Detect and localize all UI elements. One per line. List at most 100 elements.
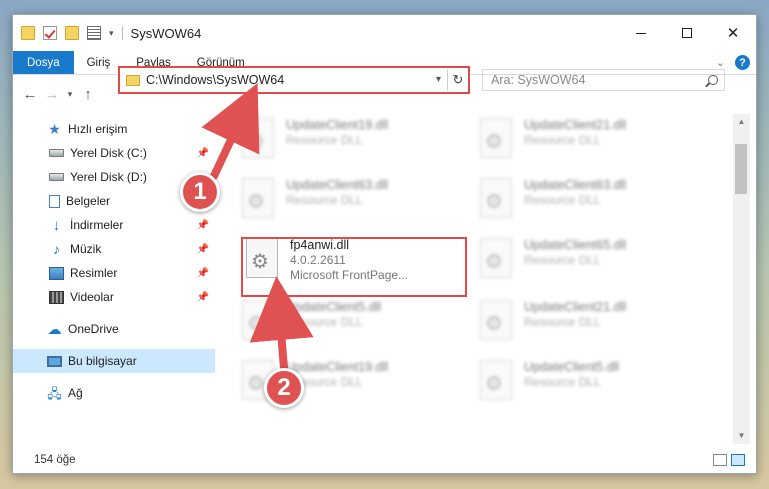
file-description: Resource DLL bbox=[524, 253, 601, 267]
sidebar-item-this-pc[interactable]: Bu bilgisayar bbox=[13, 349, 215, 373]
close-button[interactable]: ✕ bbox=[710, 15, 756, 51]
callout-badge-2: 2 bbox=[264, 368, 304, 408]
title-bar: ▾ SysWOW64 ✕ bbox=[13, 15, 756, 51]
file-description: Resource DLL bbox=[524, 375, 601, 389]
refresh-icon[interactable]: ↻ bbox=[448, 72, 468, 88]
document-icon bbox=[49, 194, 60, 208]
scroll-thumb[interactable] bbox=[735, 144, 747, 194]
dll-file-icon bbox=[480, 238, 512, 278]
file-description: Resource DLL bbox=[286, 315, 363, 329]
sidebar-item-label: İndirmeler bbox=[70, 218, 124, 232]
search-box[interactable]: Ara: SysWOW64 bbox=[482, 69, 725, 91]
dll-file-icon bbox=[480, 300, 512, 340]
drive-icon bbox=[49, 149, 64, 157]
sidebar-item-onedrive[interactable]: ☁ OneDrive bbox=[13, 317, 215, 341]
file-description: Resource DLL bbox=[524, 315, 601, 329]
pin-icon[interactable]: 📌 bbox=[197, 220, 209, 231]
file-name: UpdateClient63.dll bbox=[286, 178, 389, 192]
file-description: Resource DLL bbox=[524, 133, 601, 147]
sidebar-item-label: Belgeler bbox=[66, 194, 111, 208]
customize-icon[interactable] bbox=[87, 26, 101, 40]
vertical-scrollbar[interactable]: ▲ ▼ bbox=[733, 114, 750, 444]
sidebar-item-label: Yerel Disk (D:) bbox=[70, 170, 147, 184]
sidebar-item-pictures[interactable]: Resimler 📌 bbox=[13, 261, 215, 285]
network-icon: 🖧 bbox=[47, 385, 62, 401]
sidebar-item-label: Müzik bbox=[70, 242, 102, 256]
dll-file-icon bbox=[480, 360, 512, 400]
pin-icon[interactable]: 📌 bbox=[197, 244, 209, 255]
pin-icon[interactable]: 📌 bbox=[197, 268, 209, 279]
file-name: UpdateClient19.dll bbox=[286, 360, 389, 374]
help-icon[interactable]: ? bbox=[735, 55, 750, 70]
address-path[interactable]: C:\Windows\SysWOW64 bbox=[146, 73, 284, 87]
scroll-down-icon[interactable]: ▼ bbox=[733, 428, 750, 444]
new-folder-icon[interactable] bbox=[65, 26, 79, 40]
title-separator bbox=[121, 26, 123, 40]
search-icon[interactable] bbox=[708, 75, 718, 85]
dll-file-icon bbox=[242, 118, 274, 158]
video-icon bbox=[49, 290, 64, 304]
forward-button[interactable]: → bbox=[41, 86, 63, 103]
callout-badge-1: 1 bbox=[180, 172, 220, 212]
file-tile[interactable]: UpdateClient63.dllResource DLL bbox=[242, 178, 472, 234]
details-view-icon[interactable] bbox=[713, 454, 727, 466]
file-description: Resource DLL bbox=[286, 193, 363, 207]
minimize-button[interactable] bbox=[618, 15, 664, 51]
address-bar[interactable]: C:\Windows\SysWOW64 ▾ ↻ bbox=[118, 66, 470, 94]
quick-access-dropdown-icon[interactable]: ▾ bbox=[109, 28, 114, 39]
file-name: UpdateClient63.dll bbox=[524, 178, 627, 192]
cloud-icon: ☁ bbox=[47, 320, 62, 337]
file-name: UpdateClient21.dll bbox=[524, 300, 627, 314]
pin-icon[interactable]: 📌 bbox=[197, 148, 209, 159]
file-tile[interactable]: UpdateClient5.dllResource DLL bbox=[242, 300, 472, 356]
up-button[interactable]: ↑ bbox=[77, 86, 99, 103]
dll-file-icon bbox=[480, 178, 512, 218]
file-tile[interactable]: UpdateClient19.dllResource DLL bbox=[242, 118, 472, 174]
maximize-button[interactable] bbox=[664, 15, 710, 51]
back-button[interactable]: ← bbox=[19, 86, 41, 103]
file-description: Resource DLL bbox=[524, 193, 601, 207]
file-name: UpdateClient19.dll bbox=[286, 118, 389, 132]
computer-icon bbox=[47, 355, 62, 367]
file-tile[interactable]: UpdateClient21.dllResource DLL bbox=[480, 300, 710, 356]
tiles-view-icon[interactable] bbox=[731, 454, 745, 466]
close-icon: ✕ bbox=[726, 25, 740, 42]
pin-icon[interactable]: 📌 bbox=[197, 292, 209, 303]
sidebar-item-label: Ağ bbox=[68, 386, 83, 400]
tab-file[interactable]: Dosya bbox=[13, 51, 74, 74]
star-icon: ★ bbox=[48, 120, 61, 137]
pictures-icon bbox=[49, 266, 64, 280]
sidebar-item-label: Bu bilgisayar bbox=[68, 354, 137, 368]
dll-file-icon bbox=[242, 300, 274, 340]
file-name: UpdateClient5.dll bbox=[524, 360, 620, 374]
scroll-up-icon[interactable]: ▲ bbox=[733, 114, 750, 130]
download-icon: ↓ bbox=[52, 216, 61, 234]
address-dropdown-icon[interactable]: ▾ bbox=[430, 69, 448, 91]
sidebar-item-music[interactable]: ♪ Müzik 📌 bbox=[13, 237, 215, 261]
folder-icon bbox=[21, 26, 35, 40]
expand-ribbon-icon[interactable]: ⌄ bbox=[716, 56, 725, 69]
dll-file-icon bbox=[480, 118, 512, 158]
file-name: UpdateClient65.dll bbox=[524, 238, 627, 252]
file-tile[interactable]: UpdateClient21.dllResource DLL bbox=[480, 118, 710, 174]
navigation-pane: ★ Hızlı erişim Yerel Disk (C:) 📌 Yerel D… bbox=[13, 117, 215, 447]
properties-check-icon[interactable] bbox=[43, 26, 57, 40]
sidebar-item-downloads[interactable]: ↓ İndirmeler 📌 bbox=[13, 213, 215, 237]
file-tile[interactable]: UpdateClient63.dllResource DLL bbox=[480, 178, 710, 234]
file-tile[interactable]: UpdateClient5.dllResource DLL bbox=[480, 360, 710, 416]
tab-home[interactable]: Giriş bbox=[74, 51, 124, 74]
sidebar-item-local-disk-c[interactable]: Yerel Disk (C:) 📌 bbox=[13, 141, 215, 165]
file-description: Resource DLL bbox=[286, 133, 363, 147]
drive-icon bbox=[49, 173, 64, 181]
recent-locations-dropdown[interactable]: ▾ bbox=[63, 89, 77, 100]
dll-file-icon bbox=[242, 178, 274, 218]
item-count: 154 öğe bbox=[34, 454, 76, 466]
file-tile[interactable]: UpdateClient65.dllResource DLL bbox=[480, 238, 710, 294]
sidebar-item-network[interactable]: 🖧 Ağ bbox=[13, 381, 215, 405]
file-name: UpdateClient21.dll bbox=[524, 118, 627, 132]
sidebar-item-videos[interactable]: Videolar 📌 bbox=[13, 285, 215, 309]
sidebar-item-quick-access[interactable]: ★ Hızlı erişim bbox=[13, 117, 215, 141]
sidebar-item-label: OneDrive bbox=[68, 322, 119, 336]
search-input[interactable]: Ara: SysWOW64 bbox=[491, 73, 585, 87]
sidebar-item-label: Videolar bbox=[70, 290, 114, 304]
